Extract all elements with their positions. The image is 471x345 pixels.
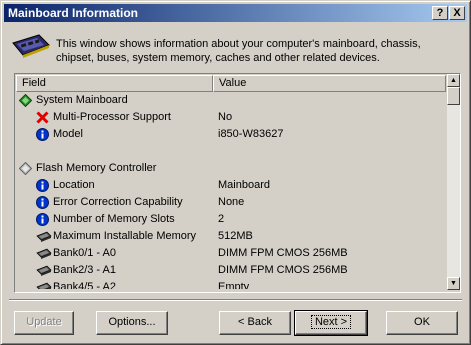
list-rows: System Mainboard Multi-Processor Support N…	[16, 92, 446, 289]
close-button[interactable]: X	[449, 6, 465, 20]
table-row[interactable]: Bank2/3 - A1 DIMM FPM CMOS 256MB	[16, 262, 446, 279]
row-field-label: System Mainboard	[36, 94, 128, 106]
window-title: Mainboard Information	[8, 6, 138, 20]
table-row[interactable]: Bank0/1 - A0 DIMM FPM CMOS 256MB	[16, 245, 446, 262]
memory-chip-icon	[36, 281, 52, 289]
row-field-label: Number of Memory Slots	[53, 213, 175, 225]
scroll-up-button[interactable]: ▲	[447, 74, 460, 87]
info-icon	[36, 128, 49, 141]
title-bar[interactable]: Mainboard Information ? X	[4, 4, 467, 22]
table-row[interactable]: Maximum Installable Memory 512MB	[16, 228, 446, 245]
table-row[interactable]: Model i850-W83627	[16, 126, 446, 143]
column-header-value[interactable]: Value	[213, 75, 446, 92]
red-x-icon	[36, 111, 49, 124]
row-value: Empty	[218, 281, 250, 289]
row-field-label: Location	[53, 179, 95, 191]
update-button[interactable]: Update	[14, 311, 74, 335]
row-value: 512MB	[218, 230, 253, 242]
row-value: Mainboard	[218, 179, 270, 191]
scroll-thumb[interactable]	[447, 87, 460, 105]
options-button[interactable]: Options...	[96, 311, 168, 335]
info-list-view[interactable]: Field Value System Mainboard Multi-Proces…	[14, 73, 461, 293]
button-separator	[9, 299, 462, 301]
row-value: DIMM FPM CMOS 256MB	[218, 264, 348, 276]
memory-chip-icon	[36, 264, 52, 277]
vertical-scrollbar[interactable]: ▲ ▼	[447, 74, 460, 290]
memory-module-icon	[12, 34, 50, 58]
row-field-label: Maximum Installable Memory	[53, 230, 197, 242]
row-field-label: Multi-Processor Support	[53, 111, 171, 123]
row-field-label: Bank4/5 - A2	[53, 281, 116, 289]
help-button[interactable]: ?	[432, 6, 448, 20]
row-field-label: Bank2/3 - A1	[53, 264, 116, 276]
description-text: This window shows information about your…	[56, 38, 421, 64]
green-diamond-icon	[18, 93, 33, 108]
row-field-label: Flash Memory Controller	[36, 162, 157, 174]
scroll-down-button[interactable]: ▼	[447, 277, 460, 290]
row-field-label: Model	[53, 128, 83, 140]
memory-chip-icon	[36, 247, 52, 260]
back-button[interactable]: < Back	[219, 311, 291, 335]
column-header-field[interactable]: Field	[16, 75, 213, 92]
row-value: No	[218, 111, 233, 123]
info-icon	[36, 196, 49, 209]
info-icon	[36, 179, 49, 192]
group-row[interactable]: Flash Memory Controller	[16, 160, 446, 177]
table-row[interactable]: Bank4/5 - A2 Empty	[16, 279, 446, 289]
row-value: DIMM FPM CMOS 256MB	[218, 247, 348, 259]
table-row[interactable]: Location Mainboard	[16, 177, 446, 194]
row-value: None	[218, 196, 245, 208]
table-row[interactable]: Multi-Processor Support No	[16, 109, 446, 126]
group-row[interactable]: System Mainboard	[16, 92, 446, 109]
row-field-label: Bank0/1 - A0	[53, 247, 116, 259]
gray-diamond-icon	[18, 161, 33, 176]
table-row[interactable]: Number of Memory Slots 2	[16, 211, 446, 228]
row-field-label: Error Correction Capability	[53, 196, 183, 208]
row-value: 2	[218, 213, 225, 225]
mainboard-info-window: Mainboard Information ? X This window sh…	[0, 0, 471, 345]
info-icon	[36, 213, 49, 226]
row-value: i850-W83627	[218, 128, 284, 140]
blank-row	[16, 143, 446, 160]
memory-chip-icon	[36, 230, 52, 243]
table-row[interactable]: Error Correction Capability None	[16, 194, 446, 211]
next-button[interactable]: Next >	[294, 310, 368, 336]
ok-button[interactable]: OK	[386, 311, 458, 335]
next-button-label: Next >	[310, 315, 352, 329]
